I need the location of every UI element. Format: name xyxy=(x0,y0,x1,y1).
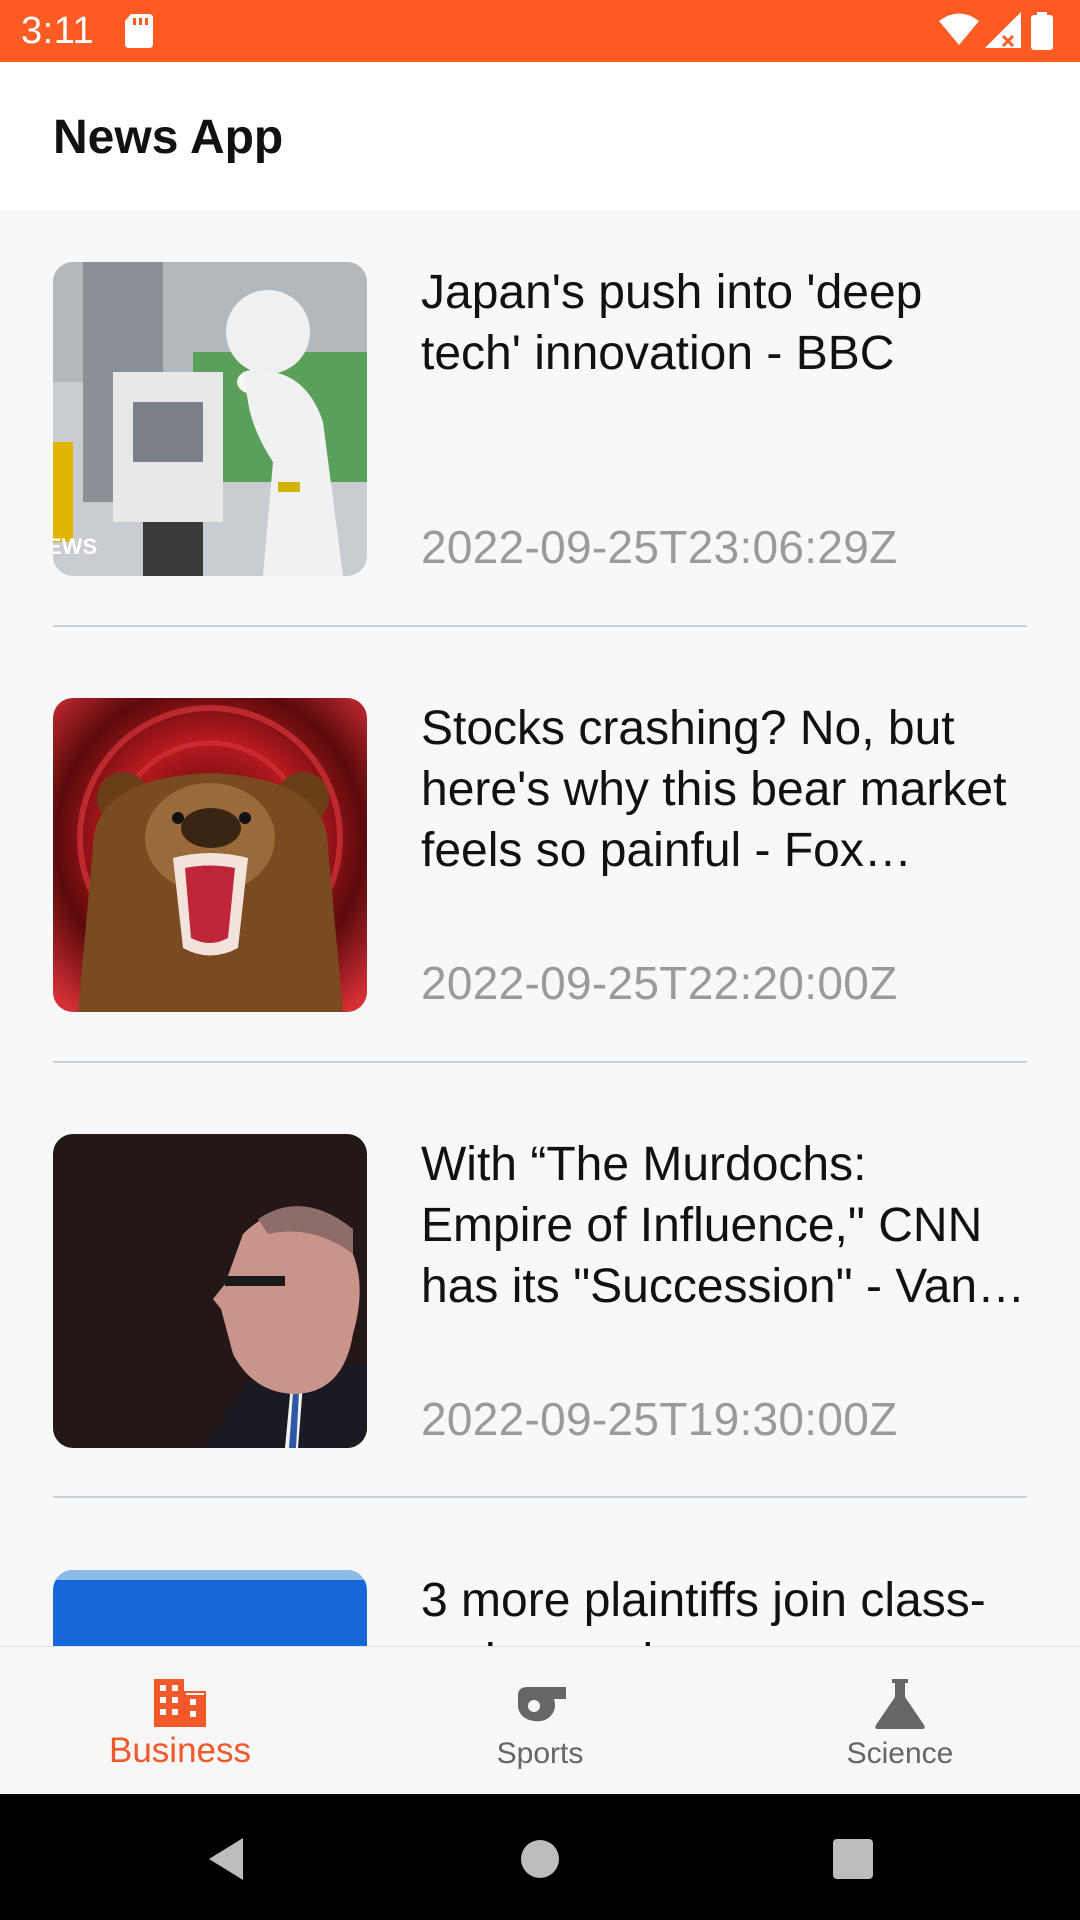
status-bar: 3:11 xyxy=(0,0,1080,62)
back-icon[interactable] xyxy=(203,1834,253,1884)
recents-icon[interactable] xyxy=(828,1834,878,1884)
news-list[interactable]: EWS Japan's push into 'deep tech' innova… xyxy=(0,210,1080,1646)
news-title: With “The Murdochs: Empire of Influence,… xyxy=(421,1138,1026,1313)
tab-sports[interactable]: Sports xyxy=(360,1647,720,1795)
status-icons xyxy=(939,12,1064,50)
tab-business[interactable]: Business xyxy=(0,1647,360,1795)
news-title: Japan's push into 'deep tech' innovation… xyxy=(421,266,923,380)
flask-icon xyxy=(875,1679,925,1729)
news-title: Stocks crashing? No, but here's why this… xyxy=(421,702,1007,877)
lab-machine-photo: EWS xyxy=(53,262,367,576)
divider xyxy=(53,1496,1027,1498)
divider xyxy=(53,1061,1027,1063)
tab-business-label: Business xyxy=(108,1731,252,1770)
battery-icon xyxy=(1031,12,1053,50)
bear-photo xyxy=(53,698,367,1012)
portrait-photo xyxy=(53,1134,367,1448)
whistle-icon xyxy=(518,1687,566,1722)
news-title: 3 more plaintiffs join class-action agai… xyxy=(421,1574,986,1646)
news-item[interactable]: 3 more plaintiffs join class-action agai… xyxy=(53,1518,1027,1646)
news-item[interactable]: Stocks crashing? No, but here's why this… xyxy=(53,646,1027,1012)
home-icon[interactable] xyxy=(515,1834,565,1884)
tab-sports-label: Sports xyxy=(496,1737,584,1770)
news-item[interactable]: With “The Murdochs: Empire of Influence,… xyxy=(53,1082,1027,1448)
signal-icon xyxy=(985,12,1021,48)
news-date: 2022-09-25T22:20:00Z xyxy=(421,957,898,1009)
tab-science-label: Science xyxy=(846,1737,954,1770)
business-building-icon xyxy=(154,1679,206,1727)
app-bar: News App xyxy=(0,62,1080,210)
blue-photo xyxy=(53,1570,367,1646)
news-item[interactable]: EWS Japan's push into 'deep tech' innova… xyxy=(53,210,1027,576)
news-date: 2022-09-25T23:06:29Z xyxy=(421,521,898,573)
news-date: 2022-09-25T19:30:00Z xyxy=(421,1393,898,1445)
status-time: 3:11 xyxy=(21,10,95,52)
tab-science[interactable]: Science xyxy=(720,1647,1080,1795)
divider xyxy=(53,625,1027,627)
bottom-navigation: Business Sports Science xyxy=(0,1646,1080,1795)
app-title: News App xyxy=(53,111,284,164)
sd-card-icon xyxy=(125,14,153,48)
system-navigation-bar xyxy=(0,1794,1080,1920)
image-overlay-text: EWS xyxy=(53,534,98,559)
wifi-icon xyxy=(939,13,979,45)
